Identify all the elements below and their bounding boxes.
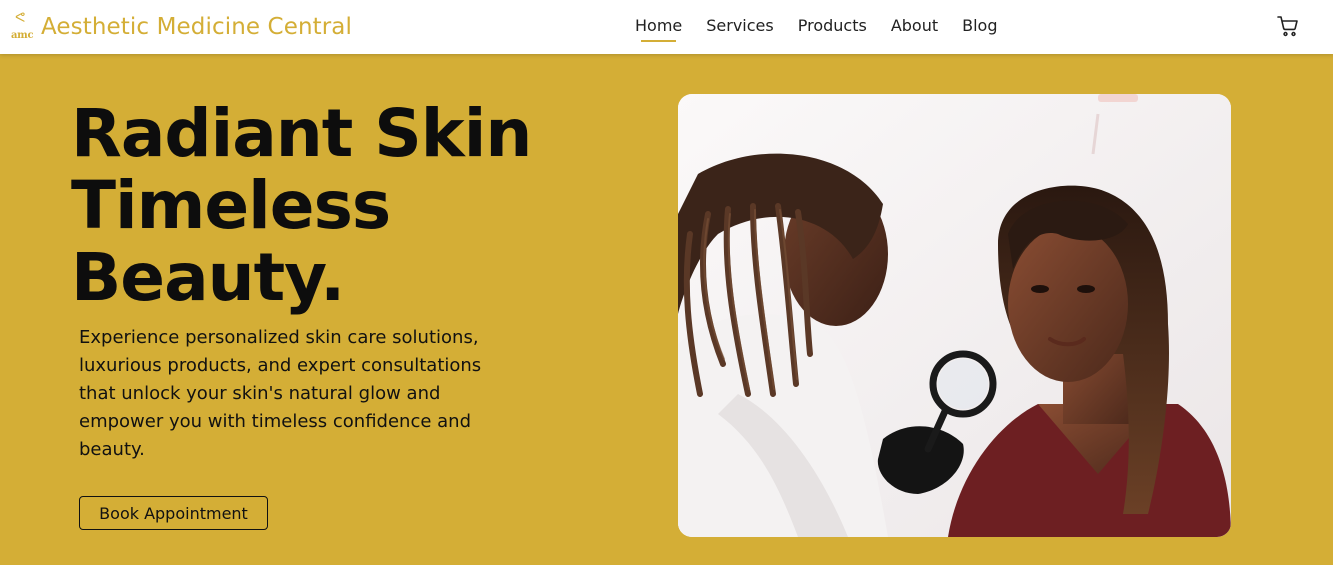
hero-description: Experience personalized skin care soluti… bbox=[79, 327, 482, 460]
book-appointment-button[interactable]: Book Appointment bbox=[79, 496, 268, 530]
main-nav: Home Services Products About Blog bbox=[635, 16, 1022, 42]
nav-home[interactable]: Home bbox=[635, 16, 682, 42]
nav-about[interactable]: About bbox=[891, 16, 938, 35]
nav-services[interactable]: Services bbox=[706, 16, 773, 35]
logo[interactable]: ᕙ amc bbox=[11, 11, 35, 43]
hero-title: Radiant Skin Timeless Beauty. bbox=[71, 98, 631, 314]
nav-products[interactable]: Products bbox=[798, 16, 867, 35]
cart-icon[interactable] bbox=[1276, 14, 1300, 38]
hero-photo bbox=[678, 94, 1231, 537]
leaf-icon: ᕙ bbox=[15, 10, 26, 26]
logo-text: amc bbox=[11, 30, 34, 41]
hero-title-line: Timeless bbox=[71, 167, 391, 244]
site-name[interactable]: Aesthetic Medicine Central bbox=[41, 14, 352, 40]
site-header: ᕙ amc Aesthetic Medicine Central Home Se… bbox=[0, 0, 1333, 54]
hero-title-line: Beauty. bbox=[71, 239, 345, 316]
hero-title-line: Radiant Skin bbox=[71, 95, 532, 172]
nav-blog[interactable]: Blog bbox=[962, 16, 997, 35]
